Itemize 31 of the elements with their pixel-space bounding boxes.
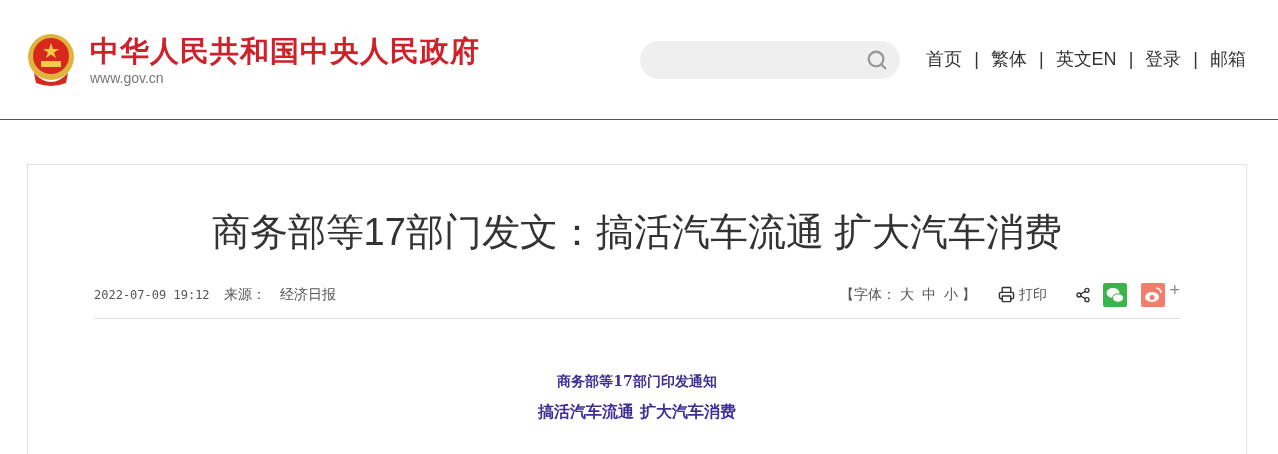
nav-link[interactable]: 首页 xyxy=(926,46,963,73)
search-icon[interactable] xyxy=(866,48,889,71)
nav-link[interactable]: 邮箱 xyxy=(1210,46,1246,73)
national-emblem-icon xyxy=(26,32,76,87)
font-size-option[interactable]: 大 xyxy=(900,284,915,305)
body-subtitle: 商务部等17部门印发通知 xyxy=(557,372,717,391)
share-more[interactable]: + xyxy=(1169,277,1180,304)
font-size-option[interactable]: 中 xyxy=(922,284,937,305)
body-headline: 搞活汽车流通 扩大汽车消费 xyxy=(538,401,736,423)
share-icon[interactable] xyxy=(1075,286,1092,303)
font-size-label: 【字体： xyxy=(840,285,897,304)
font-size-option[interactable]: 小 xyxy=(944,284,959,305)
nav-link[interactable]: 英文EN xyxy=(1055,46,1117,73)
nav-separator: | xyxy=(974,48,979,71)
nav-link[interactable]: 登录 xyxy=(1145,46,1182,73)
nav-link[interactable]: 繁体 xyxy=(990,46,1027,73)
source-label: 来源： xyxy=(223,285,266,304)
printer-icon xyxy=(998,286,1016,303)
publish-date: 2022-07-09 19:12 xyxy=(94,286,210,304)
article-title: 商务部等17部门发文：搞活汽车流通 扩大汽车消费 xyxy=(210,210,1064,255)
source-name: 经济日报 xyxy=(279,285,336,304)
search-field[interactable] xyxy=(640,40,901,79)
font-size-bracket: 】 xyxy=(962,285,977,304)
nav-separator: | xyxy=(1193,48,1198,71)
chat-bubbles-icon[interactable] xyxy=(1103,282,1128,307)
site-title[interactable]: 中华人民共和国中央人民政府 xyxy=(90,32,480,69)
print-button[interactable]: 打印 xyxy=(998,284,1048,305)
nav-separator: | xyxy=(1038,48,1044,71)
site-url: www.gov.cn xyxy=(90,68,165,87)
eye-logo-icon[interactable] xyxy=(1141,282,1166,307)
nav-separator: | xyxy=(1128,48,1134,71)
